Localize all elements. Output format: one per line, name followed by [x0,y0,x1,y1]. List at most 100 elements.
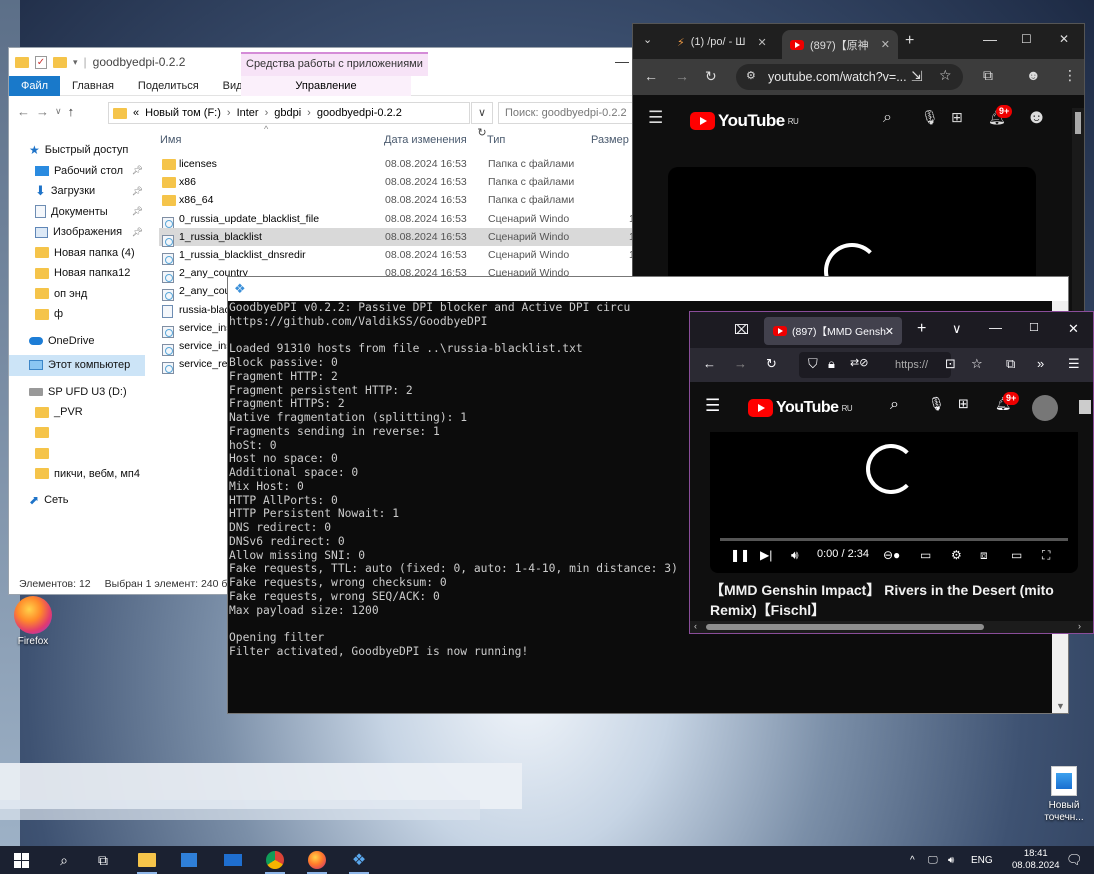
video-player[interactable]: ❚❚ ▶| 🔊︎ 0:00 / 2:34 ⊖● ▭ ⚙ ⧈ ▭ ⛶ [710,432,1078,573]
back-icon[interactable]: ← [644,68,658,84]
search-icon[interactable]: ⌕ [890,396,899,414]
microphone-icon[interactable]: 🎙 [921,109,939,126]
nav-item[interactable]: Новая папка12 [9,263,145,284]
file-row[interactable]: 1_russia_blacklist_dnsredir 08.08.2024 16… [159,246,639,266]
miniplayer-icon[interactable]: ⧈ [980,548,988,563]
fullscreen-icon[interactable]: ⛶ [1042,548,1050,563]
url-bar[interactable]: youtube.com/watch?v=... [736,64,963,90]
back-icon[interactable]: ← [17,104,30,119]
breadcrumb-item[interactable]: goodbyedpi-0.2.2 [317,107,402,119]
desktop-icon-firefox[interactable]: Firefox [8,596,58,647]
new-folder-icon[interactable] [53,56,67,68]
chrome-tab-active[interactable]: (897)【原神 ✕ [782,30,898,59]
horizontal-scrollbar[interactable]: ‹ › [690,621,1093,633]
nav-item[interactable]: SP UFD U3 (D:) [9,382,145,403]
breadcrumb-item[interactable]: Новый том (F:) [145,107,221,119]
chrome-tab[interactable]: ⚡ (1) /po/ - Ш ✕ [669,31,775,53]
nav-item[interactable] [9,423,145,444]
folder-icon[interactable] [15,56,29,68]
nav-item[interactable]: ⬈ Сеть [9,490,145,511]
up-icon[interactable]: ↑ [68,104,75,119]
ribbon-tab-file[interactable]: Файл [9,75,61,96]
breadcrumb-separator-icon[interactable]: › [227,107,231,119]
tab-search-icon[interactable]: ⌄ [643,33,652,46]
maximize-icon[interactable]: ☐ [1021,32,1032,46]
breadcrumb-item[interactable]: Inter [237,107,259,119]
minimize-button[interactable]: — [615,53,629,69]
file-row[interactable]: x86 08.08.2024 16:53 Папка с файлами [159,173,639,191]
menu-kebab-icon[interactable]: ⋮ [1063,67,1077,84]
pause-icon[interactable]: ❚❚ [730,548,750,562]
nav-item[interactable]: оп энд [9,284,145,305]
app-menu-icon[interactable]: ☰ [1068,356,1080,372]
file-row[interactable]: licenses 08.08.2024 16:53 Папка с файлами [159,155,639,173]
nav-item[interactable]: ★ Быстрый доступ [9,140,145,161]
taskbar-mail[interactable] [216,846,250,874]
close-tab-icon[interactable]: ✕ [757,36,766,49]
hamburger-menu-icon[interactable]: ☰ [648,108,663,128]
volume-icon[interactable]: 🔊︎ [791,548,799,563]
ribbon-tab-manage[interactable]: Управление [241,75,411,96]
file-row[interactable]: 0_russia_update_blacklist_file 08.08.2024… [159,210,639,229]
theater-mode-icon[interactable]: ▭ [1011,548,1022,562]
permissions-icon[interactable]: ⇄⊘ [850,356,868,369]
ribbon-tab-share[interactable]: Поделиться [126,80,211,92]
close-window-icon[interactable]: ✕ [1068,321,1079,337]
tracking-protection-icon[interactable]: ⛉ [808,356,818,372]
extensions-icon[interactable]: ⧉ [983,67,993,84]
show-hidden-icons[interactable]: ^ [910,846,915,874]
scroll-down-icon[interactable]: ▼ [1056,701,1065,711]
maximize-icon[interactable]: ☐ [1029,321,1039,334]
new-tab-icon[interactable]: + [917,320,926,338]
taskbar-file-explorer[interactable] [130,846,164,874]
desktop-icon-image-file[interactable]: Новый точечн... [1036,766,1092,824]
column-header-size[interactable]: Размер [591,134,629,152]
search-input[interactable]: Поиск: goodbyedpi-0.2.2 [498,102,638,124]
container-tabs-icon[interactable]: ⌧ [734,322,749,338]
recent-locations-icon[interactable]: ∨ [55,106,62,117]
nav-item[interactable]: OneDrive [9,331,145,352]
video-title[interactable]: 【MMD Genshin Impact】 Rivers in the Deser… [710,580,1080,620]
install-app-icon[interactable]: ⇲ [911,68,923,85]
nav-item[interactable]: ⬇ Загрузки 📌︎ [9,181,145,202]
nav-item[interactable]: Документы 📌︎ [9,202,145,223]
url-bar[interactable]: https:// [799,352,951,378]
create-video-icon[interactable]: ⊞ [958,396,969,412]
file-row[interactable]: x86_64 08.08.2024 16:53 Папка с файлами [159,191,639,209]
start-button[interactable] [4,846,38,874]
forward-icon[interactable]: → [36,104,49,119]
column-header-type[interactable]: Тип [487,134,505,152]
breadcrumb-item[interactable]: gbdpi [274,107,301,119]
reload-icon[interactable]: ↻ [766,356,777,372]
customize-toolbar-icon[interactable]: ▾ [73,57,78,68]
properties-icon[interactable]: ✓ [35,55,47,69]
settings-gear-icon[interactable]: ⚙ [951,548,962,562]
file-row[interactable]: 1_russia_blacklist 08.08.2024 16:53 Сценар… [159,227,639,247]
close-tab-icon[interactable]: ✕ [881,38,890,51]
minimize-icon[interactable]: — [983,31,997,47]
next-video-icon[interactable]: ▶| [760,548,772,562]
subtitles-icon[interactable]: ▭ [920,548,931,562]
language-indicator[interactable]: ENG [971,846,993,874]
firefox-tab-active[interactable]: (897)【MMD Gensh ✕ [764,317,902,345]
site-info-icon[interactable]: ⚙ [746,69,756,82]
column-header-date[interactable]: Дата изменения [384,134,467,152]
search-icon[interactable]: ⌕ [47,846,81,874]
address-bar[interactable]: « Новый том (F:) › Inter › gbdpi › goodb… [108,102,470,124]
forward-icon[interactable]: → [734,356,747,371]
bookmark-star-icon[interactable]: ☆ [939,67,952,84]
address-dropdown-refresh[interactable]: ∨ ↻ [471,102,493,139]
bookmark-star-icon[interactable]: ☆ [971,356,983,372]
address-overflow[interactable]: « [133,107,139,119]
nav-item[interactable]: Новая папка (4) [9,243,145,264]
lock-icon[interactable]: 🔒︎ [828,356,835,372]
extensions-icon[interactable]: ⧉ [1006,356,1015,372]
nav-item[interactable]: Рабочий стол 📌︎ [9,161,145,182]
forward-icon[interactable]: → [675,68,689,84]
youtube-logo[interactable]: YouTube RU [748,399,853,417]
profile-avatar[interactable]: ☻ [1026,67,1041,83]
list-all-tabs-icon[interactable]: ∨ [952,321,962,337]
close-window-icon[interactable]: ✕ [1059,32,1069,46]
scrollbar-thumb[interactable] [706,624,984,630]
task-view-icon[interactable]: ⧉ [86,846,120,874]
